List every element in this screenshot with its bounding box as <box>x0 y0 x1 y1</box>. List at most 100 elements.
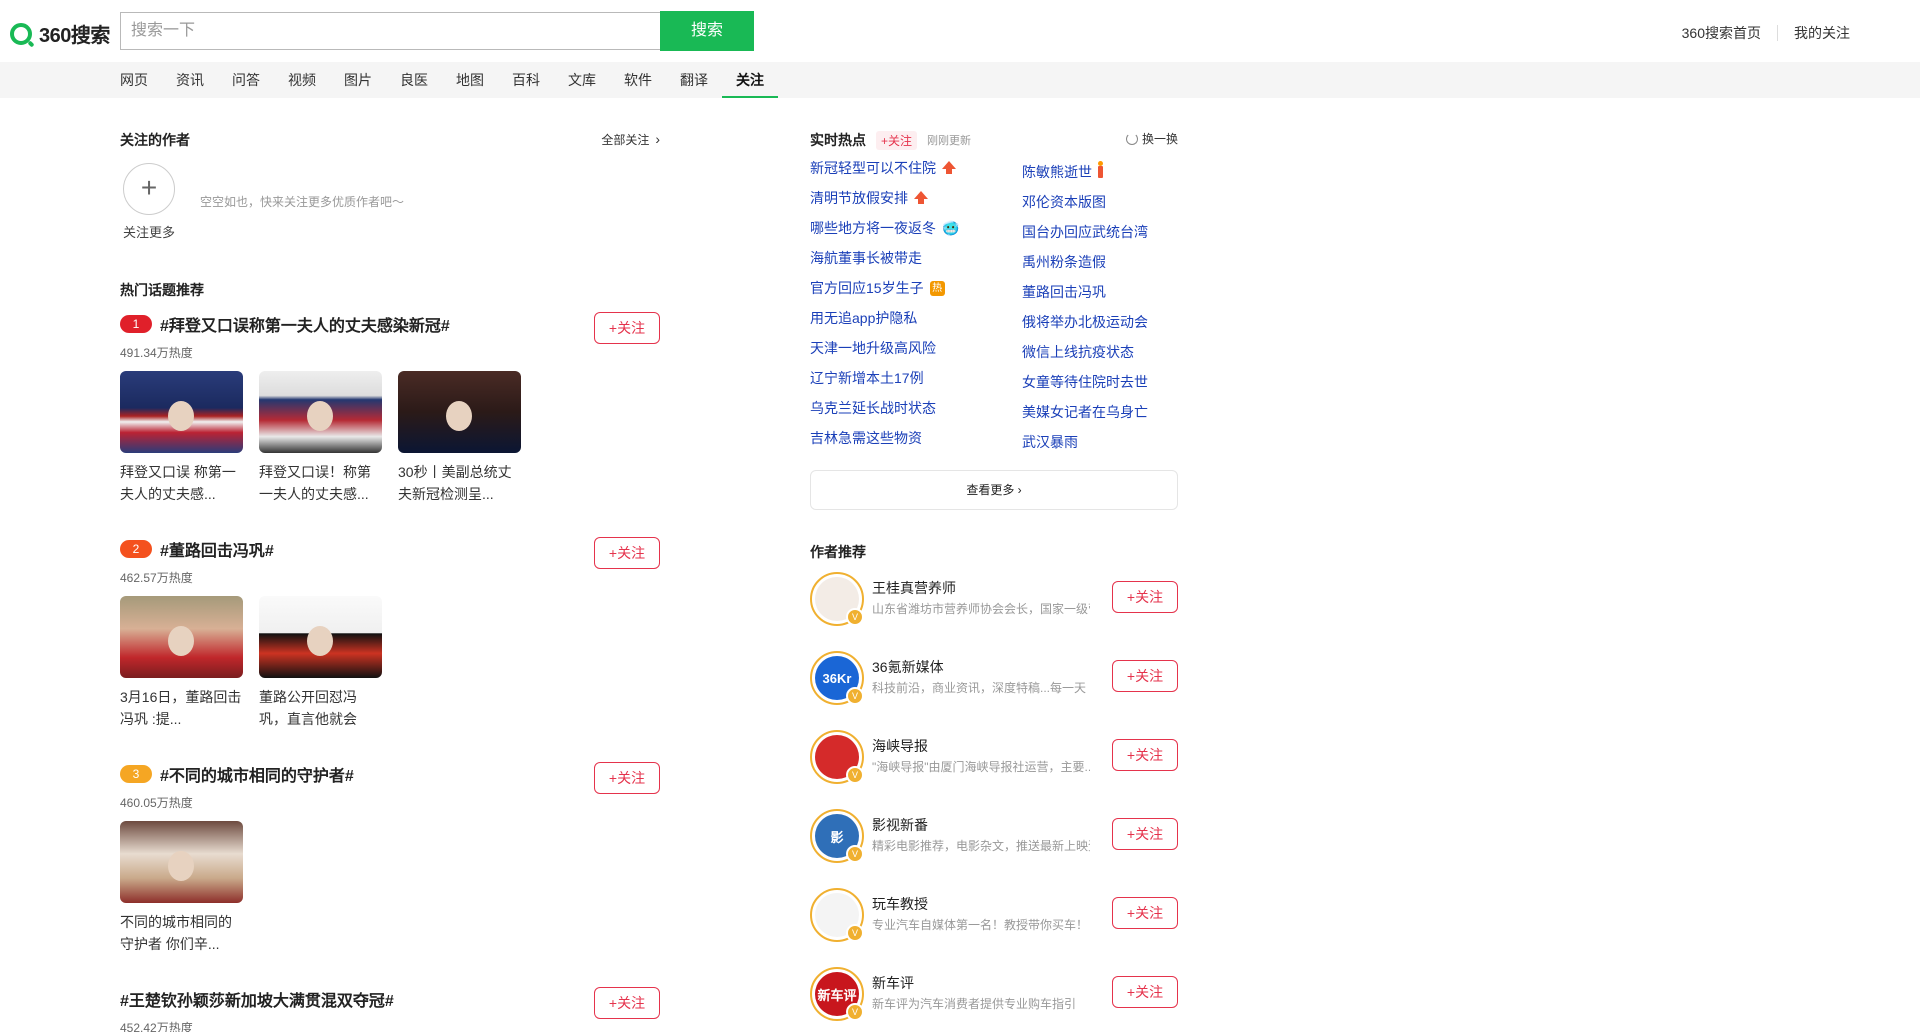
video-card[interactable]: 30秒丨美副总统丈 夫新冠检测呈... <box>398 371 521 505</box>
hot-item[interactable]: 微信上线抗疫状态 <box>1022 342 1134 362</box>
hot-item[interactable]: 吉林急需这些物资 <box>810 428 922 448</box>
hot-item[interactable]: 邓伦资本版图 <box>1022 192 1106 212</box>
tab-4[interactable]: 图片 <box>344 62 372 98</box>
tab-1[interactable]: 资讯 <box>176 62 204 98</box>
hot-item[interactable]: 俄将举办北极运动会 <box>1022 312 1148 332</box>
follow-more-label[interactable]: 关注更多 <box>123 222 175 241</box>
topic-heat: 452.42万热度 <box>120 1021 193 1032</box>
author-name[interactable]: 王桂真营养师 <box>872 578 956 598</box>
video-thumbnail[interactable] <box>120 596 243 678</box>
video-card[interactable]: 不同的城市相同的 守护者 你们辛... <box>120 821 243 955</box>
hot-item[interactable]: 禹州粉条造假 <box>1022 252 1106 272</box>
author-name[interactable]: 36氪新媒体 <box>872 657 944 677</box>
video-thumbnail[interactable] <box>398 371 521 453</box>
video-caption[interactable]: 董路公开回怼冯 巩，直言他就会 <box>259 686 382 730</box>
hot-item[interactable]: 用无追app护隐私 <box>810 308 917 328</box>
video-caption[interactable]: 3月16日，董路回击 冯巩 :提... <box>120 686 243 730</box>
author-name[interactable]: 海峡导报 <box>872 736 928 756</box>
hot-item[interactable]: 天津一地升级高风险 <box>810 338 936 358</box>
author-desc: 山东省潍坊市营养师协会会长，国家一级营养师 <box>872 602 1090 616</box>
topic-title[interactable]: #董路回击冯巩# <box>160 543 274 560</box>
video-thumbnail[interactable] <box>120 371 243 453</box>
tab-2[interactable]: 问答 <box>232 62 260 98</box>
topic-heat: 491.34万热度 <box>120 346 193 360</box>
hot-item[interactable]: 哪些地方将一夜返冬 🥶 <box>810 218 959 238</box>
video-card[interactable]: 拜登又口误！称第 一夫人的丈夫感... <box>259 371 382 505</box>
video-card[interactable]: 拜登又口误 称第一 夫人的丈夫感... <box>120 371 243 505</box>
tab-9[interactable]: 软件 <box>624 62 652 98</box>
topic-follow-button[interactable]: +关注 <box>594 312 660 344</box>
realtime-follow-button[interactable]: +关注 <box>876 130 918 150</box>
tab-8[interactable]: 文库 <box>568 62 596 98</box>
hot-item-text: 微信上线抗疫状态 <box>1022 344 1134 360</box>
header: 360搜索 搜索一下 搜索 360搜索首页 我的关注 <box>0 0 1920 62</box>
hot-item[interactable]: 陈敏熊逝世 <box>1022 161 1103 182</box>
author-card[interactable]: V 王桂真营养师山东省潍坊市营养师协会会长，国家一级营养师 +关注 <box>810 572 1178 628</box>
hot-item[interactable]: 海航董事长被带走 <box>810 248 922 268</box>
author-card[interactable]: 36Kr V 36氪新媒体 科技前沿，商业资讯，深度特稿...每一天 +关注 <box>810 651 1178 707</box>
hot-item[interactable]: 国台办回应武统台湾 <box>1022 222 1148 242</box>
up-arrow-icon <box>914 191 928 204</box>
video-thumbnail[interactable] <box>259 371 382 453</box>
author-card[interactable]: V 玩车教授 专业汽车自媒体第一名！教授带你买车！ +关注 <box>810 888 1178 944</box>
hot-item[interactable]: 女童等待住院时去世 <box>1022 372 1148 392</box>
tab-6[interactable]: 地图 <box>456 62 484 98</box>
author-follow-button[interactable]: +关注 <box>1112 739 1178 771</box>
my-follow-link[interactable]: 我的关注 <box>1794 23 1850 43</box>
video-thumbnail[interactable] <box>120 821 243 903</box>
topic-follow-button[interactable]: +关注 <box>594 987 660 1019</box>
caption-line: 拜登又口误！称第 <box>259 464 371 480</box>
author-name[interactable]: 玩车教授 <box>872 894 928 914</box>
site-logo[interactable]: 360搜索 <box>10 19 110 48</box>
follow-all-link[interactable]: 全部关注 <box>601 131 660 148</box>
video-card[interactable]: 3月16日，董路回击 冯巩 :提... <box>120 596 243 730</box>
tab-10[interactable]: 翻译 <box>680 62 708 98</box>
tab-5[interactable]: 良医 <box>400 62 428 98</box>
hot-item[interactable]: 官方回应15岁生子热 <box>810 278 945 298</box>
hot-item[interactable]: 董路回击冯巩 <box>1022 282 1106 302</box>
topic-follow-button[interactable]: +关注 <box>594 762 660 794</box>
tab-3[interactable]: 视频 <box>288 62 316 98</box>
author-card[interactable]: V 海峡导报 "海峡导报"由厦门海峡导报社运营，主要... +关注 <box>810 730 1178 786</box>
author-card[interactable]: 新车评 V 新车评 新车评为汽车消费者提供专业购车指引 +关注 <box>810 967 1178 1023</box>
author-follow-button[interactable]: +关注 <box>1112 581 1178 613</box>
topic-follow-button[interactable]: +关注 <box>594 537 660 569</box>
tab-0[interactable]: 网页 <box>120 62 148 98</box>
author-desc: 专业汽车自媒体第一名！教授带你买车！ <box>872 918 1089 932</box>
video-caption[interactable]: 30秒丨美副总统丈 夫新冠检测呈... <box>398 461 521 505</box>
hot-item[interactable]: 武汉暴雨 <box>1022 432 1078 452</box>
author-name[interactable]: 影视新番 <box>872 815 928 835</box>
hot-item[interactable]: 乌克兰延长战时状态 <box>810 398 936 418</box>
view-more-button[interactable]: 查看更多 › <box>810 470 1178 510</box>
hot-item-text: 女童等待住院时去世 <box>1022 374 1148 390</box>
video-caption[interactable]: 拜登又口误 称第一 夫人的丈夫感... <box>120 461 243 505</box>
author-follow-button[interactable]: +关注 <box>1112 976 1178 1008</box>
search-button[interactable]: 搜索 <box>660 11 754 51</box>
video-thumbnail[interactable] <box>259 596 382 678</box>
refresh-button[interactable]: 换一换 <box>1125 130 1178 147</box>
author-follow-button[interactable]: +关注 <box>1112 660 1178 692</box>
author-follow-button[interactable]: +关注 <box>1112 818 1178 850</box>
hot-item[interactable]: 清明节放假安排 <box>810 188 928 208</box>
home-link[interactable]: 360搜索首页 <box>1682 23 1761 43</box>
topic-title[interactable]: #不同的城市相同的守护者# <box>160 768 354 785</box>
hot-badge-icon: 热 <box>929 280 945 296</box>
search-input[interactable]: 搜索一下 <box>120 12 660 50</box>
video-card[interactable]: 董路公开回怼冯 巩，直言他就会 <box>259 596 382 730</box>
hot-item[interactable]: 新冠轻型可以不住院 <box>810 158 956 178</box>
authors-title: 作者推荐 <box>810 544 866 560</box>
author-name[interactable]: 新车评 <box>872 973 914 993</box>
topic-title[interactable]: #拜登又口误称第一夫人的丈夫感染新冠# <box>160 318 450 335</box>
hot-item[interactable]: 辽宁新增本土17例 <box>810 368 924 388</box>
caption-line: 拜登又口误 称第一 <box>120 464 236 480</box>
rank-badge: 2 <box>120 540 152 558</box>
hot-item[interactable]: 美媒女记者在乌身亡 <box>1022 402 1148 422</box>
add-follow-button[interactable]: + <box>123 163 175 215</box>
video-caption[interactable]: 拜登又口误！称第 一夫人的丈夫感... <box>259 461 382 505</box>
tab-11[interactable]: 关注 <box>722 62 778 98</box>
author-card[interactable]: 影 V 影视新番 精彩电影推荐，电影杂文，推送最新上映资讯 +关注 <box>810 809 1178 865</box>
video-caption[interactable]: 不同的城市相同的 守护者 你们辛... <box>120 911 243 955</box>
tab-7[interactable]: 百科 <box>512 62 540 98</box>
author-follow-button[interactable]: +关注 <box>1112 897 1178 929</box>
topic-title[interactable]: #王楚钦孙颖莎新加坡大满贯混双夺冠# <box>120 993 394 1010</box>
